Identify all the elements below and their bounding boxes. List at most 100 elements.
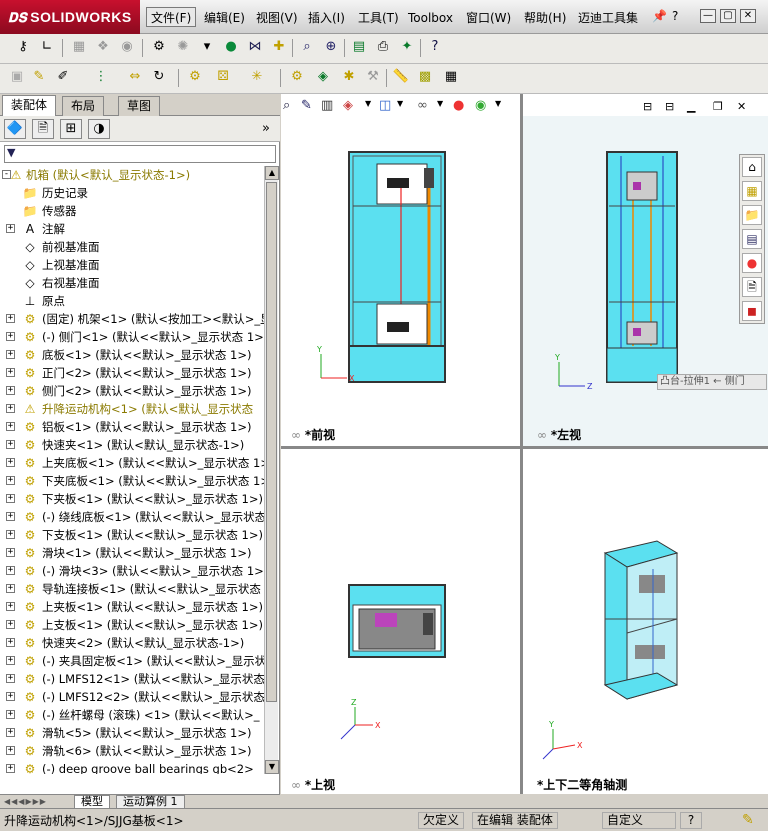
expand-toggle-icon[interactable]: + <box>6 422 15 431</box>
scene-icon[interactable]: ◉ <box>475 98 486 113</box>
print-icon[interactable]: ⎙ <box>374 38 392 56</box>
explode-view-icon[interactable]: ⚄ <box>214 68 232 86</box>
expand-toggle-icon[interactable]: + <box>6 638 15 647</box>
tree-item[interactable]: - ⚠ 机箱 (默认<默认_显示状态-1>) <box>0 166 264 184</box>
tree-item[interactable]: + ⚙ (-) LMFS12<2> (默认<<默认>_显示状态 1 <box>0 688 264 706</box>
tab-sketch[interactable]: 草图 <box>118 96 161 116</box>
expand-toggle-icon[interactable]: + <box>6 710 15 719</box>
view-prev-icon[interactable]: ⊟ <box>643 100 652 113</box>
menu-item-3[interactable]: 插入(I) <box>304 8 349 28</box>
pin-icon[interactable]: 📌 <box>652 9 667 23</box>
menu-item-7[interactable]: 帮助(H) <box>520 8 570 28</box>
tree-item[interactable]: ◇ 右视基准面 <box>0 274 264 292</box>
help-icon[interactable]: ? <box>672 9 678 23</box>
component-icon[interactable]: ▦ <box>70 38 88 56</box>
tab-model[interactable]: 模型 <box>74 795 110 809</box>
expand-toggle-icon[interactable]: + <box>6 692 15 701</box>
tree-item[interactable]: ◇ 前视基准面 <box>0 238 264 256</box>
expand-toggle-icon[interactable]: + <box>6 224 15 233</box>
expand-panel-icon[interactable]: » <box>262 121 270 136</box>
viewport-top[interactable]: Z X <box>281 449 520 794</box>
tab-layout[interactable]: 布局 <box>62 96 105 116</box>
tree-scrollbar[interactable]: ▲ ▼ <box>264 166 279 774</box>
tool-icon[interactable]: ⚒ <box>364 68 382 86</box>
appearance-icon[interactable]: ● <box>453 98 464 113</box>
tree-item[interactable]: + ⚙ 滑块<1> (默认<<默认>_显示状态 1>) <box>0 544 264 562</box>
tree-item[interactable]: + ⚙ (-) 侧门<1> (默认<<默认>_显示状态 1>) <box>0 328 264 346</box>
viewport-isometric[interactable]: Y X <box>523 449 768 794</box>
view-orientation-icon[interactable]: ◈ <box>343 98 353 113</box>
gears-icon[interactable]: ⚙ <box>288 68 306 86</box>
mate-icon[interactable]: ⋈ <box>246 38 264 56</box>
explode-icon[interactable]: ✚ <box>270 38 288 56</box>
tree-item[interactable]: + ⚙ 底板<1> (默认<<默认>_显示状态 1>) <box>0 346 264 364</box>
expand-toggle-icon[interactable]: + <box>6 548 15 557</box>
zoom-icon[interactable]: ⊕ <box>322 38 340 56</box>
tree-item[interactable]: + ⚙ 上夹底板<1> (默认<<默认>_显示状态 1>) <box>0 454 264 472</box>
folder-icon[interactable]: 📁 <box>742 205 762 225</box>
dropdown-icon-3[interactable]: ▼ <box>437 99 443 108</box>
smart-fasteners-icon[interactable]: ⚙ <box>186 68 204 86</box>
expand-toggle-icon[interactable]: + <box>6 314 15 323</box>
tree-item[interactable]: + ⚙ 滑轨<6> (默认<<默认>_显示状态 1>) <box>0 742 264 760</box>
appearances-icon[interactable]: ● <box>742 253 762 273</box>
section-view-icon[interactable]: ▥ <box>321 98 333 113</box>
expand-toggle-icon[interactable]: + <box>6 368 15 377</box>
scroll-up-icon[interactable]: ▲ <box>265 166 279 180</box>
tree-item[interactable]: + ⚙ 下夹底板<1> (默认<<默认>_显示状态 1>) <box>0 472 264 490</box>
tray-icon[interactable]: ▾ <box>198 38 216 56</box>
expand-toggle-icon[interactable]: + <box>6 674 15 683</box>
gear-icon[interactable]: ⚙ <box>150 38 168 56</box>
tree-item[interactable]: + ⚙ (-) 滑块<3> (默认<<默认>_显示状态 1>) <box>0 562 264 580</box>
viewport-min-icon[interactable]: ▁ <box>687 100 695 113</box>
expand-toggle-icon[interactable]: + <box>6 386 15 395</box>
assembly-icon[interactable]: ❖ <box>94 38 112 56</box>
expand-toggle-icon[interactable]: + <box>6 728 15 737</box>
menu-item-5[interactable]: Toolbox <box>404 8 457 28</box>
view-next-icon[interactable]: ⊟ <box>665 100 674 113</box>
tree-filter-input[interactable]: ▼ <box>4 145 276 163</box>
expand-toggle-icon[interactable]: + <box>6 458 15 467</box>
excel-icon[interactable]: ▤ <box>350 38 368 56</box>
view-palette-icon[interactable]: ▤ <box>742 229 762 249</box>
tree-item[interactable]: + ⚙ 铝板<1> (默认<<默认>_显示状态 1>) <box>0 418 264 436</box>
cog-icon[interactable]: ✺ <box>174 38 192 56</box>
expand-toggle-icon[interactable]: + <box>6 404 15 413</box>
menu-item-0[interactable]: 文件(F) <box>146 7 197 27</box>
scroll-down-icon[interactable]: ▼ <box>265 760 279 774</box>
tree-item[interactable]: + ⚙ 下支板<1> (默认<<默认>_显示状态 1>) <box>0 526 264 544</box>
expand-toggle-icon[interactable]: + <box>6 332 15 341</box>
search-icon[interactable]: ⌕ <box>298 38 316 56</box>
rotate-component-icon[interactable]: ↻ <box>150 68 168 86</box>
help-book-icon[interactable]: ? <box>426 38 444 56</box>
menu-item-4[interactable]: 工具(T) <box>354 8 403 28</box>
viewport-restore-icon[interactable]: ❐ <box>713 100 723 113</box>
expand-toggle-icon[interactable]: + <box>6 350 15 359</box>
tab-nav-arrows-icon[interactable]: ◀◀◀▶▶▶ <box>4 797 47 806</box>
configuration-manager-icon[interactable]: ⊞ <box>60 119 82 139</box>
tree-item[interactable]: + A 注解 <box>0 220 264 238</box>
expand-toggle-icon[interactable]: + <box>6 512 15 521</box>
menu-item-1[interactable]: 编辑(E) <box>200 8 249 28</box>
pencil-icon[interactable]: ✐ <box>54 68 72 86</box>
expand-toggle-icon[interactable]: + <box>6 620 15 629</box>
expand-toggle-icon[interactable]: + <box>6 764 15 773</box>
zoom-fit-icon[interactable]: ⌕ <box>283 98 290 113</box>
tree-item[interactable]: + ⚙ 滑轨<5> (默认<<默认>_显示状态 1>) <box>0 724 264 742</box>
new-document-icon[interactable]: ✦ <box>398 38 416 56</box>
tree-item[interactable]: + ⚙ 快速夹<2> (默认<默认_显示状态-1>) <box>0 634 264 652</box>
expand-toggle-icon[interactable]: + <box>6 566 15 575</box>
expand-toggle-icon[interactable]: + <box>6 602 15 611</box>
zoom-area-icon[interactable]: ✎ <box>301 98 312 113</box>
ruler-icon[interactable]: 📏 <box>392 68 410 86</box>
features-icon[interactable]: ✱ <box>340 68 358 86</box>
menu-item-8[interactable]: 迈迪工具集 <box>574 8 642 28</box>
restore-button[interactable]: ▢ <box>720 9 736 23</box>
insert-component-icon[interactable]: ▣ <box>8 68 26 86</box>
tree-item[interactable]: + ⚙ 上夹板<1> (默认<<默认>_显示状态 1>) <box>0 598 264 616</box>
design-library-icon[interactable]: ▦ <box>742 181 762 201</box>
menu-item-6[interactable]: 窗口(W) <box>462 8 515 28</box>
interference-icon[interactable]: ◈ <box>314 68 332 86</box>
display-style-icon[interactable]: ◫ <box>379 98 391 113</box>
tree-item[interactable]: + ⚙ 侧门<2> (默认<<默认>_显示状态 1>) <box>0 382 264 400</box>
